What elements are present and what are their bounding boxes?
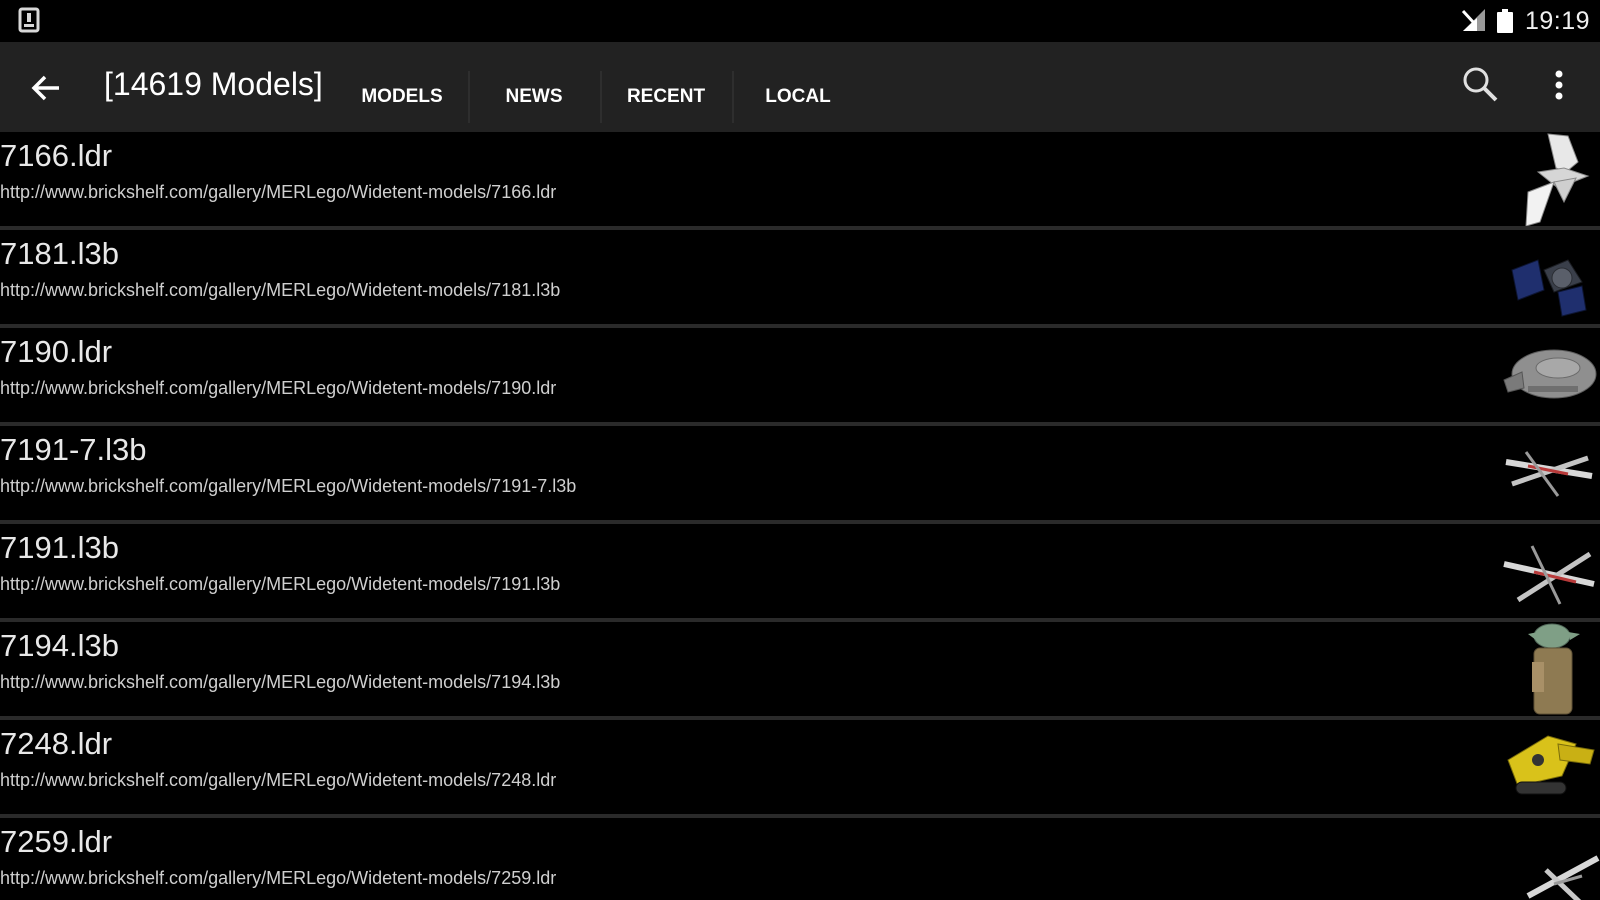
tab-bar: MODELS NEWS RECENT LOCAL bbox=[336, 71, 864, 123]
status-right-group: 19:19 bbox=[1461, 0, 1600, 42]
millennium-falcon-model-thumbnail bbox=[1503, 349, 1597, 399]
download-notification-icon bbox=[18, 7, 40, 33]
status-bar: 19:19 bbox=[0, 0, 1600, 42]
model-name: 7191-7.l3b bbox=[0, 432, 147, 467]
tab-news[interactable]: NEWS bbox=[468, 71, 600, 123]
tab-local[interactable]: LOCAL bbox=[732, 71, 864, 123]
list-item[interactable]: 7181.l3b http://www.brickshelf.com/galle… bbox=[0, 230, 1600, 328]
status-time: 19:19 bbox=[1524, 6, 1590, 35]
white-shuttle-model-thumbnail bbox=[1525, 133, 1590, 226]
cell-signal-icon bbox=[1461, 9, 1485, 31]
model-url: http://www.brickshelf.com/gallery/MERLeg… bbox=[0, 280, 561, 300]
arrow-back-icon[interactable] bbox=[26, 68, 66, 108]
model-url: http://www.brickshelf.com/gallery/MERLeg… bbox=[0, 378, 557, 398]
page-title: [14619 Models] bbox=[104, 66, 323, 102]
search-icon[interactable] bbox=[1460, 64, 1500, 104]
model-url: http://www.brickshelf.com/gallery/MERLeg… bbox=[0, 672, 561, 692]
model-name: 7166.ldr bbox=[0, 138, 113, 173]
list-item[interactable]: 7191.l3b http://www.brickshelf.com/galle… bbox=[0, 524, 1600, 622]
list-item[interactable]: 7248.ldr http://www.brickshelf.com/galle… bbox=[0, 720, 1600, 818]
tab-recent[interactable]: RECENT bbox=[600, 71, 732, 123]
yellow-digger-model-thumbnail bbox=[1507, 735, 1595, 795]
x-wing-model-thumbnail bbox=[1505, 451, 1593, 497]
yoda-model-thumbnail bbox=[1528, 623, 1580, 715]
tie-interceptor-model-thumbnail bbox=[1511, 259, 1587, 317]
model-name: 7248.ldr bbox=[0, 726, 113, 761]
more-vert-icon[interactable] bbox=[1544, 66, 1574, 106]
model-name: 7194.l3b bbox=[0, 628, 119, 663]
app-bar: [14619 Models] MODELS NEWS RECENT LOCAL bbox=[0, 42, 1600, 132]
model-url: http://www.brickshelf.com/gallery/MERLeg… bbox=[0, 476, 577, 496]
white-starfighter-model-thumbnail bbox=[1526, 855, 1600, 900]
model-name: 7191.l3b bbox=[0, 530, 119, 565]
model-url: http://www.brickshelf.com/gallery/MERLeg… bbox=[0, 770, 557, 790]
list-item[interactable]: 7166.ldr http://www.brickshelf.com/galle… bbox=[0, 132, 1600, 230]
model-url: http://www.brickshelf.com/gallery/MERLeg… bbox=[0, 182, 557, 202]
model-name: 7181.l3b bbox=[0, 236, 119, 271]
tab-models[interactable]: MODELS bbox=[336, 71, 468, 123]
list-item[interactable]: 7259.ldr http://www.brickshelf.com/galle… bbox=[0, 818, 1600, 900]
model-list: 7166.ldr http://www.brickshelf.com/galle… bbox=[0, 132, 1600, 900]
list-item[interactable]: 7191-7.l3b http://www.brickshelf.com/gal… bbox=[0, 426, 1600, 524]
battery-icon bbox=[1496, 9, 1513, 33]
x-wing-model-thumbnail bbox=[1503, 545, 1595, 605]
model-url: http://www.brickshelf.com/gallery/MERLeg… bbox=[0, 574, 561, 594]
list-item[interactable]: 7194.l3b http://www.brickshelf.com/galle… bbox=[0, 622, 1600, 720]
model-name: 7190.ldr bbox=[0, 334, 113, 369]
model-name: 7259.ldr bbox=[0, 824, 113, 859]
list-item[interactable]: 7190.ldr http://www.brickshelf.com/galle… bbox=[0, 328, 1600, 426]
model-url: http://www.brickshelf.com/gallery/MERLeg… bbox=[0, 868, 557, 888]
